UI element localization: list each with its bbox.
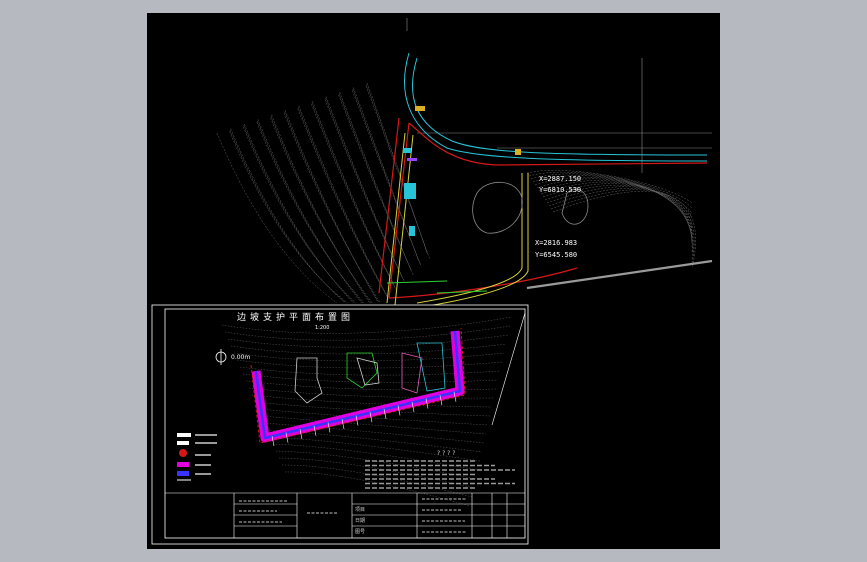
cad-viewport[interactable]: X=2887.150 Y=6810.530 X=2816.983 Y=6545.… [147, 13, 720, 549]
coordinate-annotations: X=2887.150 Y=6810.530 X=2816.983 Y=6545.… [535, 175, 581, 259]
north-label: 0.00m [231, 354, 250, 361]
table-row-2: 日期 [355, 518, 365, 524]
coord-p1-y: Y=6810.530 [539, 186, 581, 194]
road-red-boundary [378, 117, 708, 299]
coord-p1-x: X=2887.150 [539, 175, 581, 183]
coord-p2-y: Y=6545.580 [535, 251, 577, 259]
survey-grid-lines [406, 18, 713, 290]
inset-stamp-text: ? ? ? ? [437, 450, 455, 457]
coord-p2-x: X=2816.983 [535, 239, 577, 247]
inset-scale: 1:200 [315, 325, 329, 331]
terrain-contour-lines [216, 82, 696, 304]
road-markers [386, 106, 521, 294]
cad-drawing: X=2887.150 Y=6810.530 X=2816.983 Y=6545.… [151, 18, 713, 545]
table-row-3: 图号 [355, 529, 365, 535]
table-row-1: 项目 [355, 507, 365, 513]
inset-title: 边坡支护平面布置图 [237, 311, 354, 323]
inset-drawing-sheet[interactable]: 边坡支护平面布置图 1:200 0.00m ? ? ? ? 项目 日期 图号 [151, 304, 529, 545]
road-cyan-outline [404, 52, 708, 162]
